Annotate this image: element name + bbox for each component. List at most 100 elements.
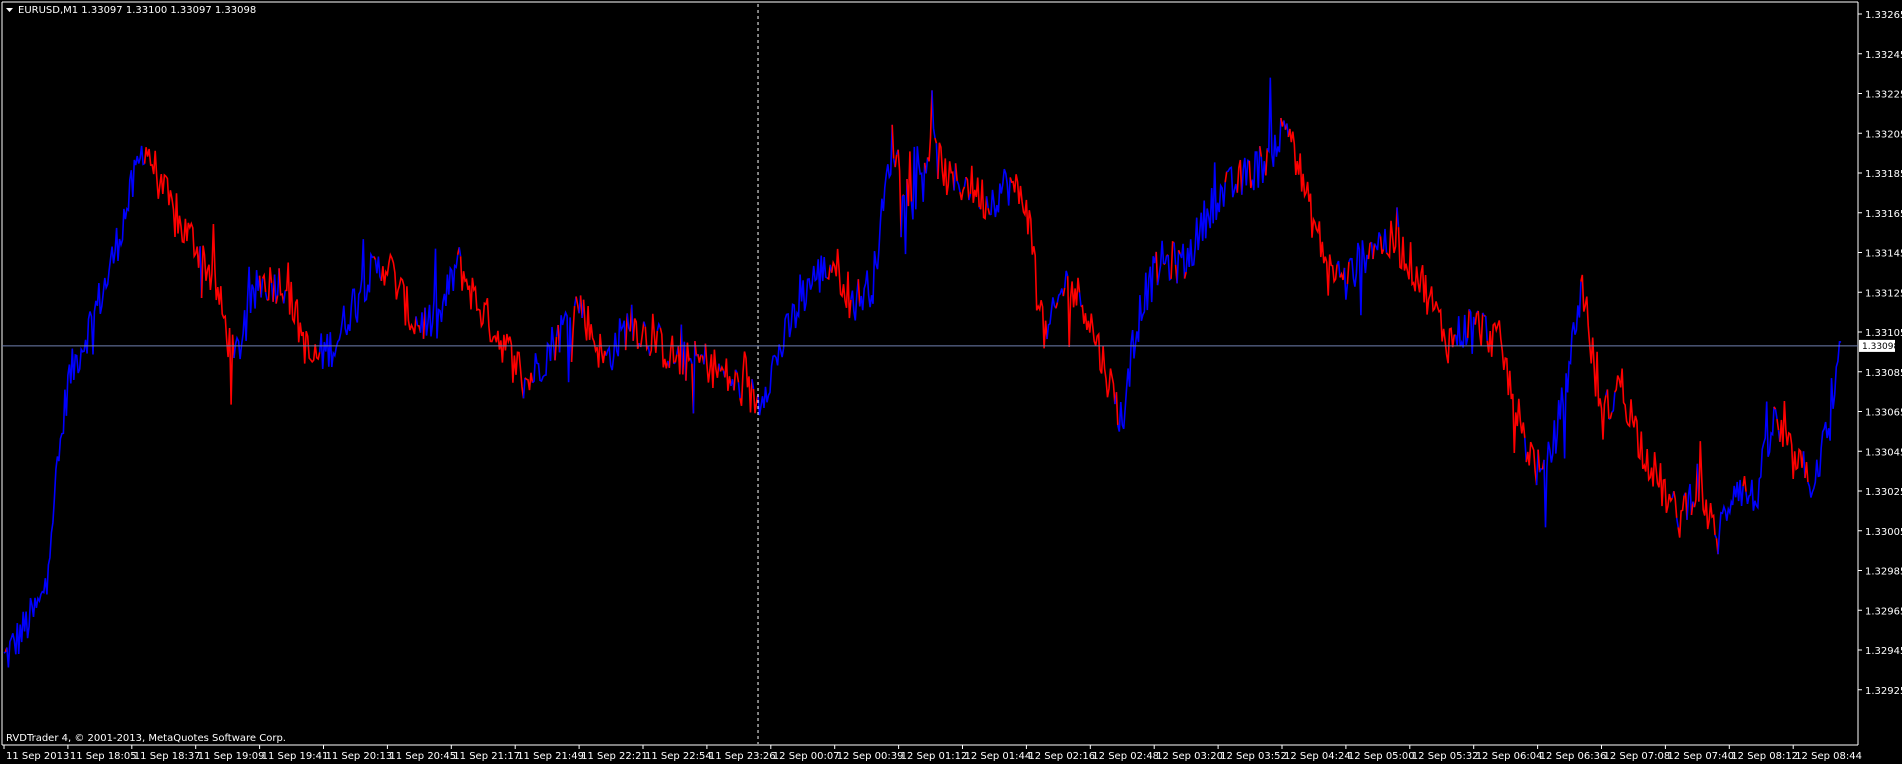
series-up-segment bbox=[1176, 250, 1180, 284]
series-up-segment bbox=[1373, 232, 1382, 251]
series-up-segment bbox=[273, 274, 277, 304]
series-down-segment bbox=[143, 147, 201, 268]
series-down-segment bbox=[1477, 310, 1484, 346]
y-tick-label: 1.33005 bbox=[1865, 527, 1902, 538]
y-tick-label: 1.33205 bbox=[1865, 129, 1902, 140]
series-down-segment bbox=[1397, 227, 1456, 364]
series-down-segment bbox=[1804, 462, 1809, 483]
series-down-segment bbox=[459, 256, 525, 399]
series-up-segment bbox=[1745, 401, 1775, 511]
series-down-segment bbox=[570, 305, 576, 362]
series-down-segment bbox=[200, 223, 235, 405]
series-up-segment bbox=[282, 290, 286, 304]
x-tick-label: 12 Sep 02:48 bbox=[1092, 751, 1159, 762]
chart-title[interactable]: EURUSD,M1 1.33097 1.33100 1.33097 1.3309… bbox=[6, 5, 256, 16]
series-down-segment bbox=[1080, 304, 1116, 405]
series-up-segment bbox=[956, 180, 961, 193]
series-down-segment bbox=[897, 149, 902, 238]
series-up-segment bbox=[3, 651, 7, 654]
series-down-segment bbox=[1609, 412, 1613, 419]
series-up-segment bbox=[1164, 255, 1168, 265]
x-tick-label: 12 Sep 02:16 bbox=[1028, 751, 1095, 762]
series-up-segment bbox=[260, 278, 264, 298]
y-tick-label: 1.33225 bbox=[1865, 90, 1902, 101]
series-down-segment bbox=[891, 124, 895, 159]
series-up-segment bbox=[931, 90, 936, 139]
series-down-segment bbox=[752, 388, 759, 414]
current-price-label: 1.33098 bbox=[1859, 339, 1899, 352]
series-up-segment bbox=[1226, 166, 1239, 198]
series-up-segment bbox=[1538, 467, 1543, 473]
series-down-segment bbox=[674, 354, 678, 363]
x-tick-label: 11 Sep 23:26 bbox=[709, 751, 776, 762]
series-down-segment bbox=[668, 335, 675, 368]
series-up-segment bbox=[689, 357, 693, 364]
x-tick-label: 12 Sep 01:44 bbox=[965, 751, 1032, 762]
series-down-segment bbox=[979, 179, 988, 221]
x-tick-label: 12 Sep 07:40 bbox=[1667, 751, 1734, 762]
y-tick-label: 1.33085 bbox=[1865, 368, 1902, 379]
series-down-segment bbox=[1537, 449, 1541, 473]
series-up-segment bbox=[989, 168, 1011, 218]
series-down-segment bbox=[639, 321, 645, 348]
series-down-segment bbox=[285, 262, 321, 364]
x-tick-label: 11 Sep 18:05 bbox=[70, 751, 137, 762]
series-up-segment bbox=[673, 361, 676, 365]
series-up-segment bbox=[1543, 281, 1582, 528]
series-down-segment bbox=[1224, 171, 1228, 183]
series-down-segment bbox=[1115, 392, 1119, 426]
series-down-segment bbox=[826, 264, 831, 281]
series-down-segment bbox=[1009, 174, 1048, 349]
x-axis-ticks: 11 Sep 2013 11 Sep 18:0511 Sep 18:3711 Se… bbox=[3, 745, 1862, 762]
y-axis-ticks: 1.33265 1.33245 1.33225 1.33205 1.33185 1.331… bbox=[1858, 10, 1902, 697]
x-tick-label: 11 Sep 19:09 bbox=[198, 751, 265, 762]
y-tick-label: 1.33105 bbox=[1865, 328, 1902, 339]
x-tick-label: 12 Sep 06:04 bbox=[1476, 751, 1543, 762]
series-up-segment bbox=[1173, 242, 1177, 265]
x-tick-label: 11 Sep 20:13 bbox=[326, 751, 393, 762]
price-chart[interactable]: 1.33265 1.33245 1.33225 1.33205 1.33185 1.331… bbox=[0, 0, 1902, 764]
series-down-segment bbox=[894, 154, 898, 168]
series-up-segment bbox=[1046, 297, 1057, 340]
series-down-segment bbox=[969, 165, 980, 208]
series-up-segment bbox=[1348, 240, 1370, 316]
x-tick-label: 12 Sep 05:00 bbox=[1348, 751, 1415, 762]
series-down-segment bbox=[1779, 400, 1805, 480]
series-up-segment bbox=[233, 266, 261, 360]
series-down-segment bbox=[1580, 274, 1607, 440]
x-tick-label: 12 Sep 03:20 bbox=[1156, 751, 1223, 762]
series-down-segment bbox=[736, 372, 740, 383]
series-up-segment bbox=[374, 256, 383, 282]
price-series-group bbox=[3, 77, 1842, 668]
series-down-segment bbox=[685, 342, 692, 381]
x-tick-label: 11 Sep 2013 bbox=[6, 751, 69, 762]
series-down-segment bbox=[1055, 302, 1059, 309]
series-down-segment bbox=[1062, 287, 1066, 297]
series-down-segment bbox=[959, 186, 966, 201]
series-down-segment bbox=[1776, 418, 1780, 431]
series-up-segment bbox=[1454, 314, 1469, 348]
series-up-segment bbox=[522, 377, 526, 399]
triangle-down-icon[interactable] bbox=[6, 8, 13, 12]
y-tick-label: 1.33125 bbox=[1865, 288, 1902, 299]
series-down-segment bbox=[1466, 309, 1470, 338]
chart-window[interactable]: 1.33265 1.33245 1.33225 1.33205 1.33185 1.331… bbox=[0, 0, 1902, 764]
series-down-segment bbox=[1265, 148, 1269, 176]
series-down-segment bbox=[1066, 276, 1081, 348]
series-up-segment bbox=[1611, 392, 1616, 413]
series-up-segment bbox=[424, 248, 459, 339]
series-down-segment bbox=[1248, 160, 1254, 189]
series-up-segment bbox=[1675, 517, 1679, 528]
y-tick-label: 1.33185 bbox=[1865, 169, 1902, 180]
series-down-segment bbox=[554, 336, 558, 361]
series-down-segment bbox=[1673, 491, 1678, 518]
series-up-segment bbox=[1156, 240, 1165, 286]
x-tick-label: 12 Sep 03:52 bbox=[1220, 751, 1287, 762]
series-up-segment bbox=[6, 145, 145, 668]
series-up-segment bbox=[1774, 409, 1778, 420]
series-down-segment bbox=[524, 372, 534, 391]
y-tick-label: 1.33245 bbox=[1865, 50, 1902, 61]
symbol-title-text: EURUSD,M1 1.33097 1.33100 1.33097 1.3309… bbox=[18, 5, 256, 16]
y-tick-label: 1.32925 bbox=[1865, 686, 1902, 697]
series-down-segment bbox=[1372, 243, 1376, 260]
